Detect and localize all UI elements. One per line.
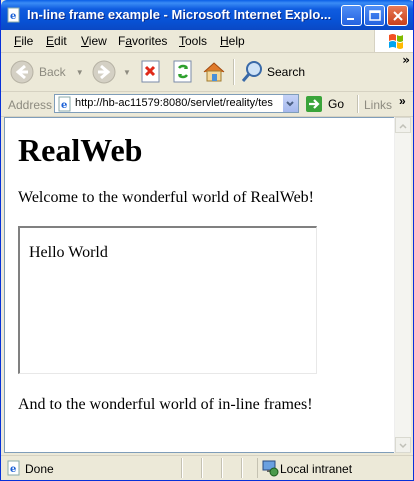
footer-text: And to the wonderful world of in-line fr… (18, 396, 313, 413)
scroll-up-icon (399, 123, 407, 129)
windows-flag-icon (374, 30, 413, 52)
svg-text:e: e (61, 100, 67, 111)
toolbar-more-chevron[interactable]: » (402, 53, 410, 67)
maximize-icon (369, 10, 381, 21)
scroll-down-button[interactable] (395, 437, 411, 453)
search-label: Search (267, 65, 306, 79)
go-label: Go (328, 97, 345, 111)
forward-button[interactable]: ▼ (91, 57, 131, 87)
security-zone[interactable]: Local intranet (257, 458, 408, 478)
done-page-icon: e (7, 460, 20, 476)
status-segment (241, 458, 243, 478)
address-url: http://hb-ac11579:8080/servlet/reality/t… (75, 97, 273, 109)
back-dropdown-icon[interactable]: ▼ (76, 68, 84, 77)
page-viewport: RealWeb Welcome to the wonderful world o… (4, 117, 394, 453)
minimize-icon (347, 18, 354, 20)
menu-edit[interactable]: Edit (46, 34, 67, 48)
inline-frame: Hello World (18, 226, 317, 374)
standard-toolbar: Back ▼ ▼ Search » (1, 53, 413, 92)
forward-arrow-icon (92, 60, 116, 84)
minimize-button[interactable] (341, 5, 362, 26)
address-bar: Address e http://hb-ac11579:8080/servlet… (1, 92, 413, 117)
address-separator (357, 95, 359, 113)
forward-dropdown-icon[interactable]: ▼ (123, 68, 131, 77)
close-button[interactable] (387, 5, 408, 26)
title-bar: e In-line frame example - Microsoft Inte… (1, 0, 413, 30)
intranet-icon (262, 460, 279, 477)
home-button[interactable] (201, 57, 227, 87)
scroll-down-icon (399, 443, 407, 449)
search-icon (241, 61, 262, 82)
vertical-scrollbar[interactable] (394, 117, 411, 453)
toolbar-separator (233, 59, 235, 85)
status-segment (221, 458, 223, 478)
dropdown-icon (286, 101, 294, 107)
refresh-button[interactable] (171, 57, 195, 87)
address-label: Address (8, 98, 53, 112)
browser-window: e In-line frame example - Microsoft Inte… (0, 0, 414, 481)
back-arrow-icon (10, 60, 34, 84)
svg-text:e: e (10, 464, 16, 475)
status-segment (201, 458, 203, 478)
links-more-chevron[interactable]: » (399, 94, 406, 108)
menu-view[interactable]: View (81, 34, 107, 48)
refresh-icon (173, 60, 192, 83)
go-arrow-icon (306, 96, 322, 112)
go-button[interactable]: Go (305, 95, 344, 113)
address-input[interactable]: e http://hb-ac11579:8080/servlet/reality… (54, 94, 299, 113)
ie-page-icon: e (6, 7, 22, 23)
close-icon (393, 11, 403, 21)
home-icon (203, 62, 225, 82)
stop-button[interactable] (139, 57, 163, 87)
address-dropdown[interactable] (282, 95, 298, 112)
search-button[interactable]: Search (239, 57, 305, 87)
security-zone-text: Local intranet (280, 462, 353, 476)
iframe-text: Hello World (29, 244, 108, 261)
svg-text:e: e (10, 11, 16, 22)
scroll-up-button[interactable] (395, 117, 411, 133)
back-button[interactable]: Back ▼ (9, 57, 84, 87)
menu-bar: File Edit View Favorites Tools Help (1, 30, 413, 53)
maximize-button[interactable] (364, 5, 385, 26)
menu-file[interactable]: File (14, 34, 33, 48)
menu-favorites[interactable]: Favorites (118, 34, 167, 48)
status-text: Done (25, 462, 54, 476)
window-title: In-line frame example - Microsoft Intern… (27, 7, 332, 22)
links-toolbar[interactable]: Links (364, 98, 392, 112)
status-bar: e Done Local intranet (1, 455, 413, 480)
menu-tools[interactable]: Tools (179, 34, 207, 48)
menu-help[interactable]: Help (220, 34, 245, 48)
status-segment (181, 458, 183, 478)
stop-icon (141, 60, 160, 83)
page-icon: e (58, 96, 71, 112)
welcome-text: Welcome to the wonderful world of RealWe… (18, 189, 314, 206)
page-heading: RealWeb (18, 132, 143, 168)
back-label: Back (39, 65, 66, 79)
